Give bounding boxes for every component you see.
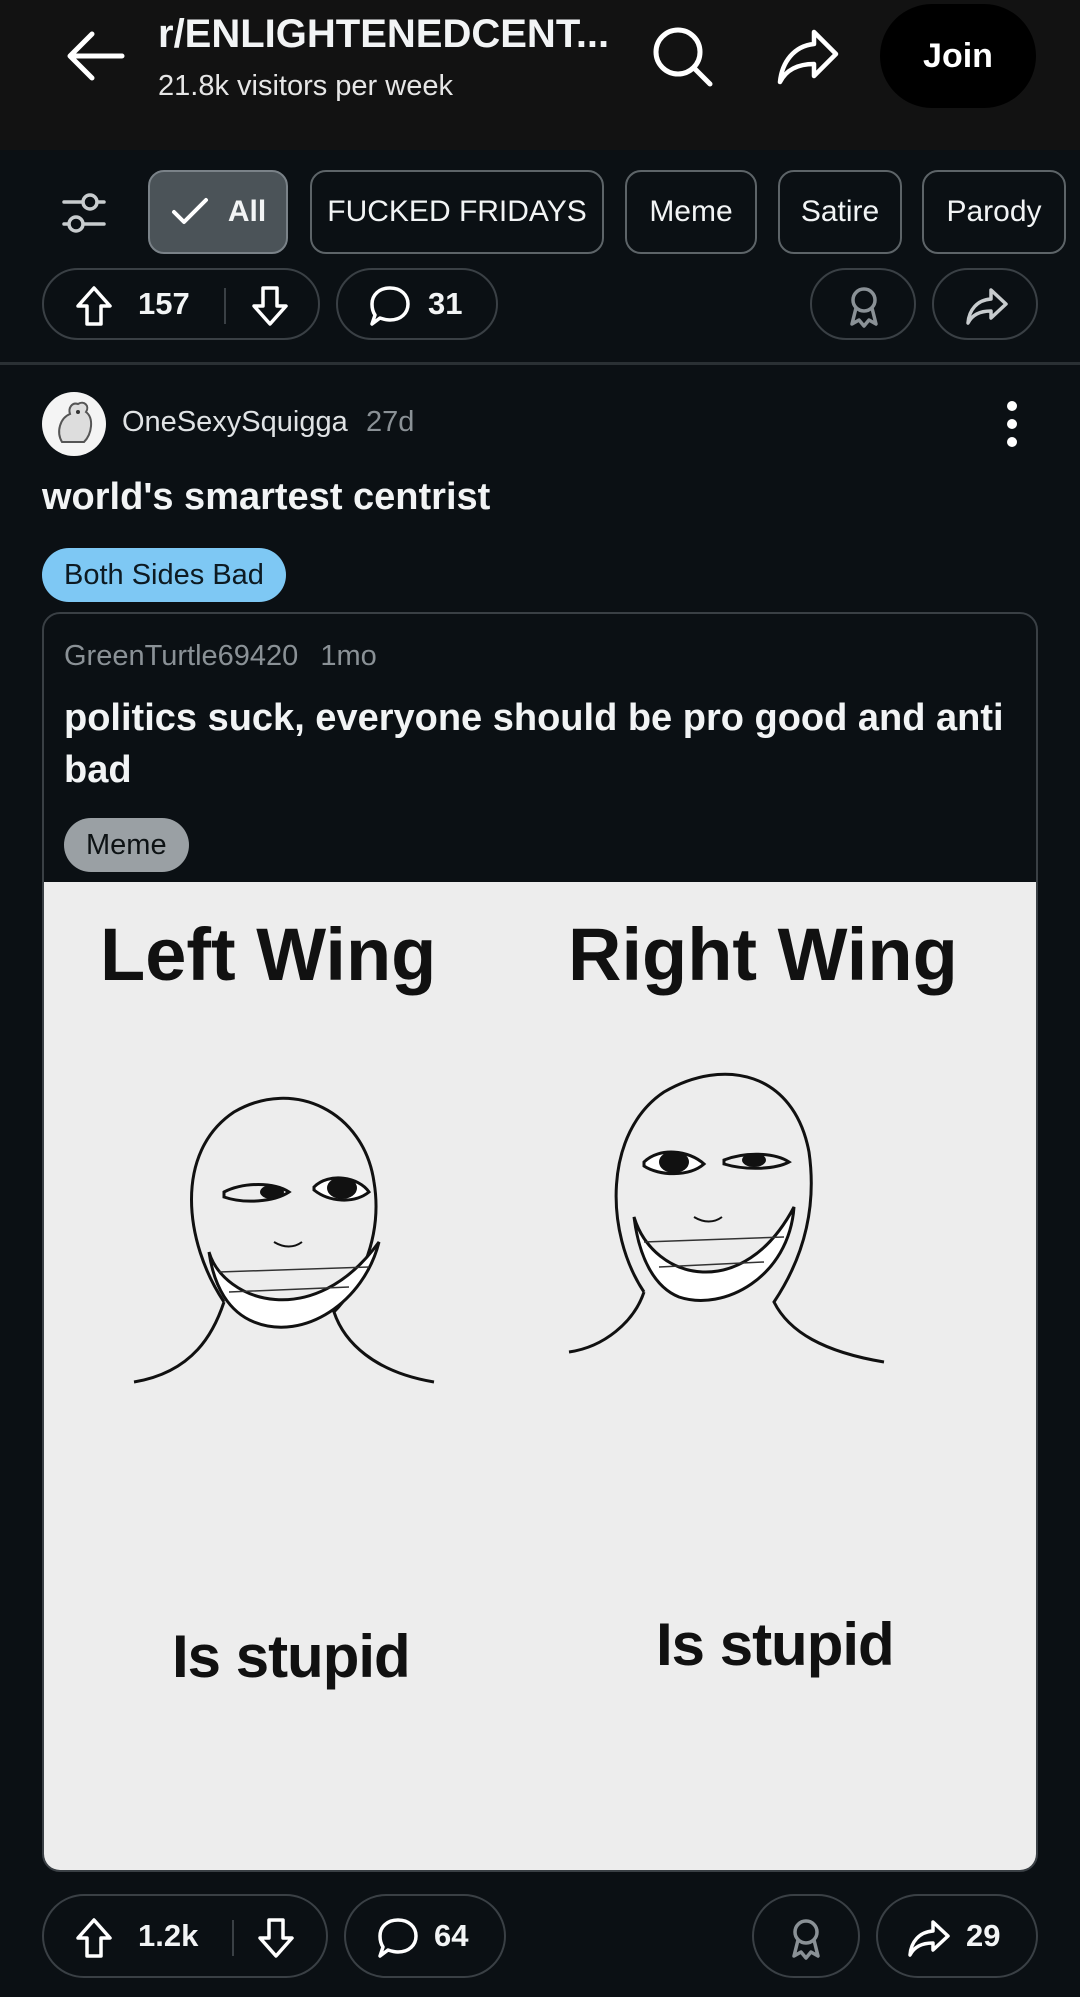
crosspost-flair: Meme (64, 818, 189, 872)
wojak-face-right (568, 1072, 885, 1364)
chip-all[interactable]: All (148, 170, 288, 254)
crosspost-title: politics suck, everyone should be pro go… (64, 697, 1004, 791)
avatar[interactable] (42, 392, 106, 456)
chip-meme[interactable]: Meme (625, 170, 757, 254)
crosspost-author: GreenTurtle69420 (64, 640, 299, 672)
comment-count: 31 (428, 286, 463, 321)
chip-satire[interactable]: Satire (778, 170, 902, 254)
more-icon[interactable] (995, 398, 1029, 452)
chip-label: Satire (800, 195, 880, 228)
award-icon (792, 1919, 820, 1960)
search-icon[interactable] (648, 22, 716, 90)
join-button[interactable]: Join (880, 4, 1036, 108)
award-icon (850, 287, 878, 328)
comment-icon (378, 1918, 418, 1958)
comment-icon (370, 286, 410, 326)
flair-filter-bar: All FUCKED FRIDAYS Meme Satire Parody (0, 150, 1080, 270)
check-icon (171, 198, 208, 224)
meme-image[interactable]: Left Wing Right Wing Is stupid Is stupid (44, 882, 1036, 1870)
upvote-count: 157 (138, 286, 190, 321)
subreddit-header: r/ENLIGHTENEDCENT... 21.8k visitors per … (0, 0, 1080, 150)
share-icon[interactable] (774, 22, 842, 90)
meme-right-heading: Right Wing (568, 913, 958, 996)
meme-right-caption: Is stupid (656, 1611, 895, 1678)
upvote-count: 1.2k (138, 1918, 199, 1953)
share-icon (908, 1920, 950, 1957)
downvote-icon[interactable] (250, 284, 290, 328)
chip-label: FUCKED FRIDAYS (327, 195, 587, 228)
meme-left-heading: Left Wing (100, 913, 437, 996)
vote-bar: 1.2k (42, 1894, 328, 1978)
subreddit-title: r/ENLIGHTENEDCENT... (158, 12, 610, 56)
chip-fucked-fridays[interactable]: FUCKED FRIDAYS (310, 170, 604, 254)
crosspost-card[interactable]: GreenTurtle69420 1mo politics suck, ever… (42, 612, 1038, 1872)
share-icon (966, 288, 1008, 325)
visitors-count: 21.8k visitors per week (158, 70, 453, 102)
crosspost-meta: GreenTurtle69420 1mo (64, 640, 377, 673)
downvote-icon[interactable] (256, 1916, 296, 1960)
award-button[interactable] (752, 1894, 860, 1978)
post-title[interactable]: world's smartest centrist (42, 476, 490, 519)
meme-left-caption: Is stupid (172, 1623, 411, 1690)
back-arrow-icon[interactable] (60, 26, 130, 86)
award-button[interactable] (810, 268, 916, 340)
upvote-icon[interactable] (74, 284, 114, 328)
post-author[interactable]: OneSexySquigga (122, 406, 348, 439)
comments-button[interactable]: 31 (336, 268, 498, 340)
upvote-icon[interactable] (74, 1916, 114, 1960)
crosspost-age: 1mo (320, 640, 377, 672)
chip-label: All (227, 195, 267, 228)
filter-icon[interactable] (60, 190, 108, 236)
post-flair[interactable]: Both Sides Bad (42, 548, 286, 602)
share-button[interactable]: 29 (876, 1894, 1038, 1978)
chip-label: Parody (946, 195, 1042, 228)
comments-button[interactable]: 64 (344, 1894, 506, 1978)
vote-bar: 157 (42, 268, 320, 340)
wojak-face-left (133, 1096, 435, 1384)
post-age: 27d (366, 406, 415, 438)
share-button[interactable] (932, 268, 1038, 340)
share-count: 29 (966, 1918, 1001, 1953)
post-divider (0, 362, 1080, 365)
chip-label: Meme (649, 195, 733, 228)
comment-count: 64 (434, 1918, 469, 1953)
chip-parody[interactable]: Parody (922, 170, 1066, 254)
